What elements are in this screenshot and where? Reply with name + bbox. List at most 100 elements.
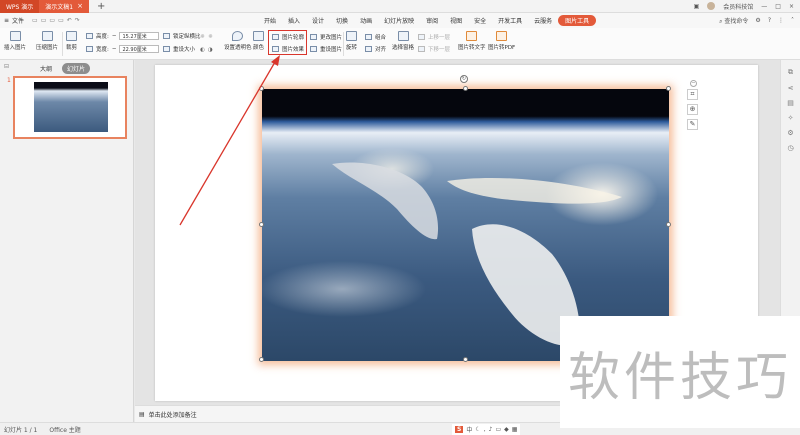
selection-pane-button[interactable]: 选择窗格 xyxy=(392,31,414,51)
brightness-down-icon[interactable]: ☼ xyxy=(208,34,213,40)
contrast-down-icon[interactable]: ◑ xyxy=(208,47,213,53)
user-name[interactable]: 会员科技馆 xyxy=(723,2,753,11)
resize-handle-bottom[interactable] xyxy=(463,357,468,362)
lock-ratio-checkbox[interactable]: 锁定纵横比 xyxy=(163,31,201,41)
height-decrement[interactable]: − xyxy=(112,33,117,39)
aspect-group: 锁定纵横比 重设大小 xyxy=(163,31,201,54)
tab-home[interactable]: 开始 xyxy=(258,16,282,25)
brightness-up-icon[interactable]: ☼ xyxy=(200,34,205,40)
rotate-button[interactable]: 旋转 xyxy=(346,31,357,51)
change-picture-button[interactable]: 更改图片 xyxy=(310,32,342,42)
panel-tabs: 大纲 幻灯片 xyxy=(40,63,91,74)
tab-animations[interactable]: 动画 xyxy=(354,16,378,25)
animation-icon[interactable]: ✧ xyxy=(788,114,794,122)
picture-to-text-button[interactable]: 图片转文字 xyxy=(458,31,486,51)
tab-outline[interactable]: 大纲 xyxy=(40,64,52,73)
tab-view[interactable]: 视图 xyxy=(444,16,468,25)
tab-developer[interactable]: 开发工具 xyxy=(492,16,528,25)
resize-handle-top[interactable] xyxy=(463,86,468,91)
share-icon[interactable]: ⋖ xyxy=(788,84,794,92)
collapse-ribbon-icon[interactable]: ˄ xyxy=(791,17,794,24)
bring-forward-label: 上移一层 xyxy=(428,35,451,41)
collapse-tools-icon[interactable]: − xyxy=(690,80,697,87)
picture-to-pdf-button[interactable]: 图片转PDF xyxy=(488,31,515,51)
print-icon[interactable]: ▭ xyxy=(49,17,55,24)
redo-icon[interactable]: ↷ xyxy=(75,17,80,24)
panel-toggle-icon[interactable]: ⊟ xyxy=(4,63,9,70)
tab-cloud[interactable]: 云服务 xyxy=(528,16,558,25)
history-icon[interactable]: ◷ xyxy=(787,144,793,152)
contrast-up-icon[interactable]: ◐ xyxy=(200,47,205,53)
tab-review[interactable]: 审阅 xyxy=(420,16,444,25)
align-button[interactable]: 对齐 xyxy=(365,44,386,54)
close-button[interactable]: × xyxy=(789,3,794,10)
crop-tool-icon[interactable]: ⌗ xyxy=(687,89,698,100)
width-label: 宽度: xyxy=(96,47,109,53)
tab-design[interactable]: 设计 xyxy=(306,16,330,25)
resize-handle-left[interactable] xyxy=(259,222,264,227)
slide-thumbnail[interactable] xyxy=(13,76,127,139)
compress-picture-button[interactable]: 压缩图片 xyxy=(36,31,58,51)
toolbox-icon[interactable]: ▦ xyxy=(512,426,518,433)
insert-picture-button[interactable]: 插入图片 xyxy=(4,31,26,51)
zoom-tool-icon[interactable]: ⊕ xyxy=(687,104,698,115)
properties-icon[interactable]: ⚙ xyxy=(787,129,793,137)
close-tab-icon[interactable]: × xyxy=(77,2,83,10)
punct-icon[interactable]: , xyxy=(484,426,486,433)
maximize-button[interactable]: □ xyxy=(775,3,781,10)
help-icon[interactable]: ? xyxy=(768,17,771,24)
ime-mode[interactable]: 中 xyxy=(466,425,472,434)
app-tab[interactable]: WPS 演示 xyxy=(0,0,40,13)
tab-transitions[interactable]: 切换 xyxy=(330,16,354,25)
reset-size-button[interactable]: 重设大小 xyxy=(163,44,201,54)
resize-handle-bottom-left[interactable] xyxy=(259,357,264,362)
minimize-button[interactable]: — xyxy=(761,3,767,10)
avatar[interactable] xyxy=(707,2,716,10)
resize-handle-right[interactable] xyxy=(666,222,671,227)
picture-to-text-label: 图片转文字 xyxy=(458,45,486,51)
preview-icon[interactable]: ▭ xyxy=(58,17,64,24)
new-tab-icon[interactable]: + xyxy=(97,1,105,12)
file-menu[interactable]: ≡ 文件 xyxy=(4,16,24,25)
crop-button[interactable]: 裁剪 xyxy=(66,31,77,51)
tab-slideshow[interactable]: 幻灯片放映 xyxy=(378,16,420,25)
width-field[interactable]: 22.90厘米 xyxy=(119,45,160,53)
resize-handle-top-left[interactable] xyxy=(259,86,264,91)
sogou-icon[interactable]: S xyxy=(455,426,464,433)
height-field[interactable]: 15.27厘米 xyxy=(119,32,160,40)
more-icon[interactable]: ⋮ xyxy=(778,17,784,24)
keyboard-icon[interactable]: ▭ xyxy=(496,426,502,433)
export-icon[interactable]: ▭ xyxy=(41,17,47,24)
rotate-handle-icon[interactable]: ↻ xyxy=(460,75,468,83)
moon-icon[interactable]: ☾ xyxy=(475,426,480,433)
tab-security[interactable]: 安全 xyxy=(468,16,492,25)
width-decrement[interactable]: − xyxy=(112,46,117,52)
group-button[interactable]: 组合 xyxy=(365,32,386,42)
align-icon xyxy=(365,46,372,52)
tab-picture-tools[interactable]: 图片工具 xyxy=(558,15,597,26)
copy-icon[interactable]: ⧉ xyxy=(788,68,793,77)
tab-slides[interactable]: 幻灯片 xyxy=(62,63,91,74)
transparent-color-icon xyxy=(232,31,244,41)
notes-placeholder[interactable]: 单击此处添加备注 xyxy=(149,410,197,419)
insert-picture-label: 插入图片 xyxy=(4,45,27,51)
window-switch-icon[interactable]: ▣ xyxy=(694,3,700,10)
mic-icon[interactable]: ♪ xyxy=(489,426,493,433)
skin-icon[interactable]: ◆ xyxy=(504,426,509,433)
settings-icon[interactable]: ⚙ xyxy=(755,17,760,24)
set-transparent-button[interactable]: 设置透明色 xyxy=(224,31,252,51)
bring-forward-button[interactable]: 上移一层 xyxy=(418,32,450,42)
document-tab[interactable]: 演示文稿1 × xyxy=(39,0,89,13)
change-picture-label: 更改图片 xyxy=(320,35,343,41)
layout-icon[interactable]: ▤ xyxy=(787,99,794,107)
tab-insert[interactable]: 插入 xyxy=(282,16,306,25)
save-icon[interactable]: ▭ xyxy=(32,17,38,24)
resize-handle-top-right[interactable] xyxy=(666,86,671,91)
reset-picture-button[interactable]: 重设图片 xyxy=(310,44,342,54)
color-button[interactable]: 颜色 xyxy=(253,31,264,51)
search-command[interactable]: ⌕ 查找命令 xyxy=(719,16,748,26)
send-backward-button[interactable]: 下移一层 xyxy=(418,44,450,54)
undo-icon[interactable]: ↶ xyxy=(67,17,72,24)
change-picture-icon xyxy=(310,34,317,40)
edit-tool-icon[interactable]: ✎ xyxy=(687,119,698,130)
